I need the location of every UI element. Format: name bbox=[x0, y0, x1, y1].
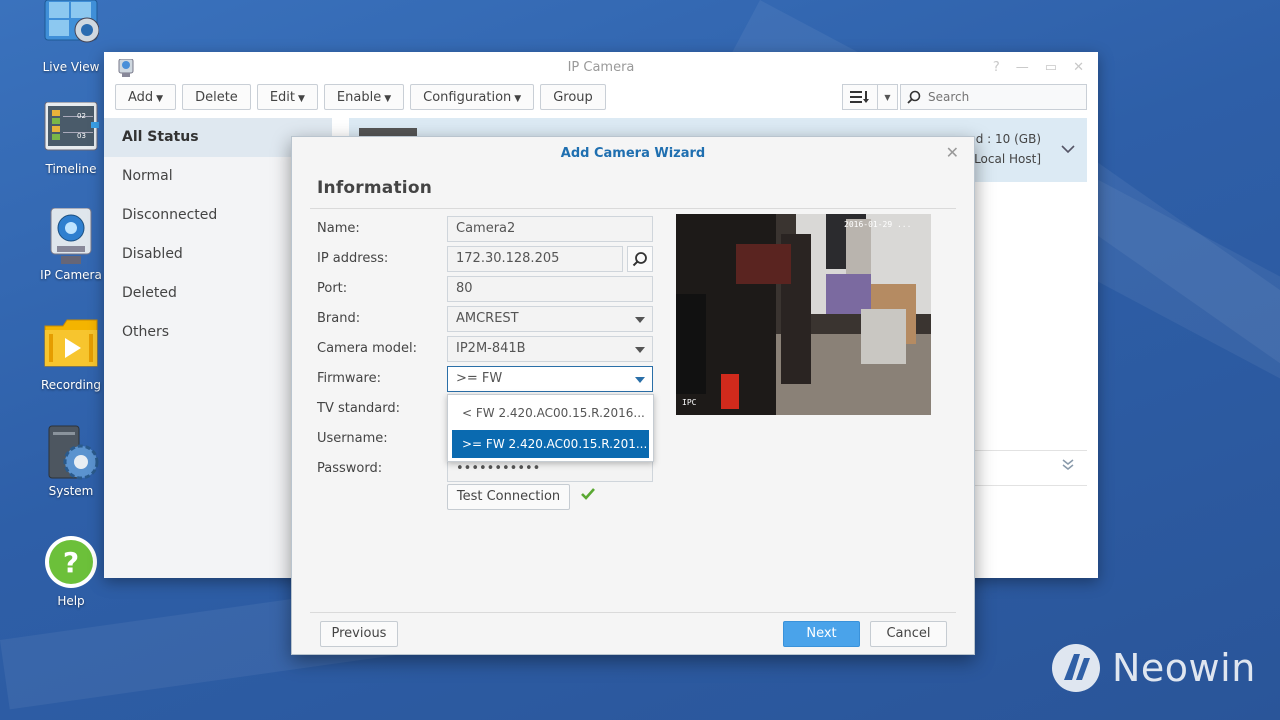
name-field[interactable]: Camera2 bbox=[447, 216, 653, 242]
toolbar: Add ▼ Delete Edit ▼ Enable ▼ Configuration ▼… bbox=[115, 84, 606, 110]
desktop-icon-system[interactable]: System bbox=[30, 424, 112, 498]
desktop-icon-live-view[interactable]: Live View bbox=[30, 0, 112, 74]
brand-label: Brand: bbox=[317, 311, 361, 326]
caret-down-icon: ▼ bbox=[514, 94, 522, 104]
edit-label: Edit bbox=[269, 90, 295, 105]
chevron-down-icon[interactable] bbox=[1061, 142, 1075, 158]
neowin-wordmark: Neowin bbox=[1112, 646, 1256, 690]
ip-camera-icon bbox=[43, 207, 99, 264]
firmware-option[interactable]: < FW 2.420.AC00.15.R.2016... bbox=[452, 399, 649, 427]
port-field[interactable]: 80 bbox=[447, 276, 653, 302]
caret-down-icon bbox=[635, 317, 645, 323]
search-input[interactable] bbox=[926, 89, 1080, 105]
timeline-number: 02 bbox=[77, 112, 86, 120]
double-chevron-down-icon[interactable] bbox=[1061, 458, 1075, 476]
next-button[interactable]: Next bbox=[783, 621, 860, 647]
test-connection-button[interactable]: Test Connection bbox=[447, 484, 570, 510]
name-label: Name: bbox=[317, 221, 360, 236]
caret-down-icon bbox=[635, 377, 645, 383]
search-icon bbox=[632, 252, 647, 267]
camera-model-select[interactable]: IP2M-841B bbox=[447, 336, 653, 362]
desktop-icon-help[interactable]: ? Help bbox=[30, 534, 112, 608]
configuration-button[interactable]: Configuration ▼ bbox=[410, 84, 535, 110]
desktop-icon-ip-camera[interactable]: IP Camera bbox=[30, 207, 112, 282]
tv-standard-label: TV standard: bbox=[317, 401, 401, 416]
timeline-number: 03 bbox=[77, 132, 86, 140]
enable-label: Enable bbox=[336, 90, 382, 105]
edit-button[interactable]: Edit ▼ bbox=[256, 84, 318, 110]
desktop-icon-label: Recording bbox=[40, 378, 102, 392]
divider bbox=[310, 208, 956, 209]
group-button[interactable]: Group bbox=[540, 84, 606, 110]
desktop-icon-recording[interactable]: Recording bbox=[30, 318, 112, 392]
previous-button[interactable]: Previous bbox=[320, 621, 398, 647]
delete-button[interactable]: Delete bbox=[182, 84, 251, 110]
system-gear-icon bbox=[43, 424, 99, 480]
preview-osd-label: IPC bbox=[682, 398, 697, 407]
minimize-icon[interactable]: — bbox=[1016, 60, 1029, 75]
add-camera-wizard-dialog: Add Camera Wizard ✕ Information Name: Ca… bbox=[291, 136, 975, 655]
firmware-option-selected[interactable]: >= FW 2.420.AC00.15.R.201... bbox=[452, 430, 649, 458]
divider bbox=[310, 612, 956, 613]
neowin-logo-icon bbox=[1052, 644, 1100, 692]
desktop-icon-label: System bbox=[48, 484, 94, 498]
brand-value: AMCREST bbox=[456, 311, 519, 326]
view-toggle: ▼ bbox=[842, 84, 898, 110]
preview-timestamp: 2016-01-29 ... bbox=[844, 220, 912, 229]
search-camera-button[interactable] bbox=[627, 246, 653, 272]
desktop-icon-label: IP Camera bbox=[40, 268, 102, 282]
enable-button[interactable]: Enable ▼ bbox=[323, 84, 405, 110]
camera-model-label: Camera model: bbox=[317, 341, 418, 356]
help-question-icon[interactable]: ? bbox=[993, 60, 1000, 75]
password-label: Password: bbox=[317, 461, 383, 476]
search-icon bbox=[907, 90, 921, 104]
brand-select[interactable]: AMCREST bbox=[447, 306, 653, 332]
maximize-icon[interactable]: ▭ bbox=[1045, 60, 1057, 75]
neowin-watermark: Neowin bbox=[1050, 642, 1256, 694]
camera-model-value: IP2M-841B bbox=[456, 341, 526, 356]
window-title: IP Camera bbox=[567, 60, 635, 75]
configuration-label: Configuration bbox=[423, 90, 512, 105]
desktop-icon-timeline[interactable]: 02 03 Timeline bbox=[30, 101, 112, 176]
camera-preview-image: 2016-01-29 ... IPC bbox=[676, 214, 931, 415]
desktop-icon-label: Live View bbox=[42, 60, 100, 74]
username-label: Username: bbox=[317, 431, 388, 446]
group-label: Group bbox=[553, 90, 593, 105]
desktop-icon-label: Help bbox=[57, 594, 85, 608]
help-icon: ? bbox=[43, 534, 99, 590]
firmware-select[interactable]: >= FW 2.420.AC00.15.R.20... bbox=[447, 366, 653, 410]
caret-down-icon: ▼ bbox=[156, 94, 164, 104]
add-label: Add bbox=[128, 90, 154, 105]
camera-host-text: Local Host] bbox=[974, 152, 1041, 166]
camera-storage-text: ed : 10 (GB) bbox=[968, 132, 1041, 146]
search-box[interactable] bbox=[900, 84, 1087, 110]
wizard-title: Add Camera Wizard bbox=[560, 146, 706, 161]
caret-down-icon: ▼ bbox=[298, 94, 305, 104]
list-sort-icon[interactable] bbox=[842, 84, 878, 110]
ip-address-label: IP address: bbox=[317, 251, 389, 266]
caret-down-icon: ▼ bbox=[384, 94, 392, 104]
firmware-dropdown-list: < FW 2.420.AC00.15.R.2016... >= FW 2.420… bbox=[447, 394, 654, 462]
port-label: Port: bbox=[317, 281, 348, 296]
desktop-icon-label: Timeline bbox=[45, 162, 97, 176]
checkmark-icon bbox=[580, 487, 596, 505]
cancel-button[interactable]: Cancel bbox=[870, 621, 947, 647]
svg-text:?: ? bbox=[63, 546, 79, 579]
delete-label: Delete bbox=[195, 90, 238, 105]
firmware-label: Firmware: bbox=[317, 371, 381, 386]
timeline-icon: 02 03 bbox=[43, 101, 99, 158]
close-icon[interactable]: ✕ bbox=[1073, 60, 1084, 75]
add-button[interactable]: Add ▼ bbox=[115, 84, 177, 110]
view-dropdown-icon[interactable]: ▼ bbox=[878, 84, 898, 110]
recording-folder-icon bbox=[43, 318, 99, 374]
window-controls: ? — ▭ ✕ bbox=[993, 60, 1084, 75]
close-icon[interactable]: ✕ bbox=[946, 143, 959, 162]
caret-down-icon bbox=[635, 347, 645, 353]
ip-address-field[interactable]: 172.30.128.205 bbox=[447, 246, 623, 272]
section-heading: Information bbox=[317, 178, 433, 198]
live-view-icon bbox=[43, 0, 100, 56]
